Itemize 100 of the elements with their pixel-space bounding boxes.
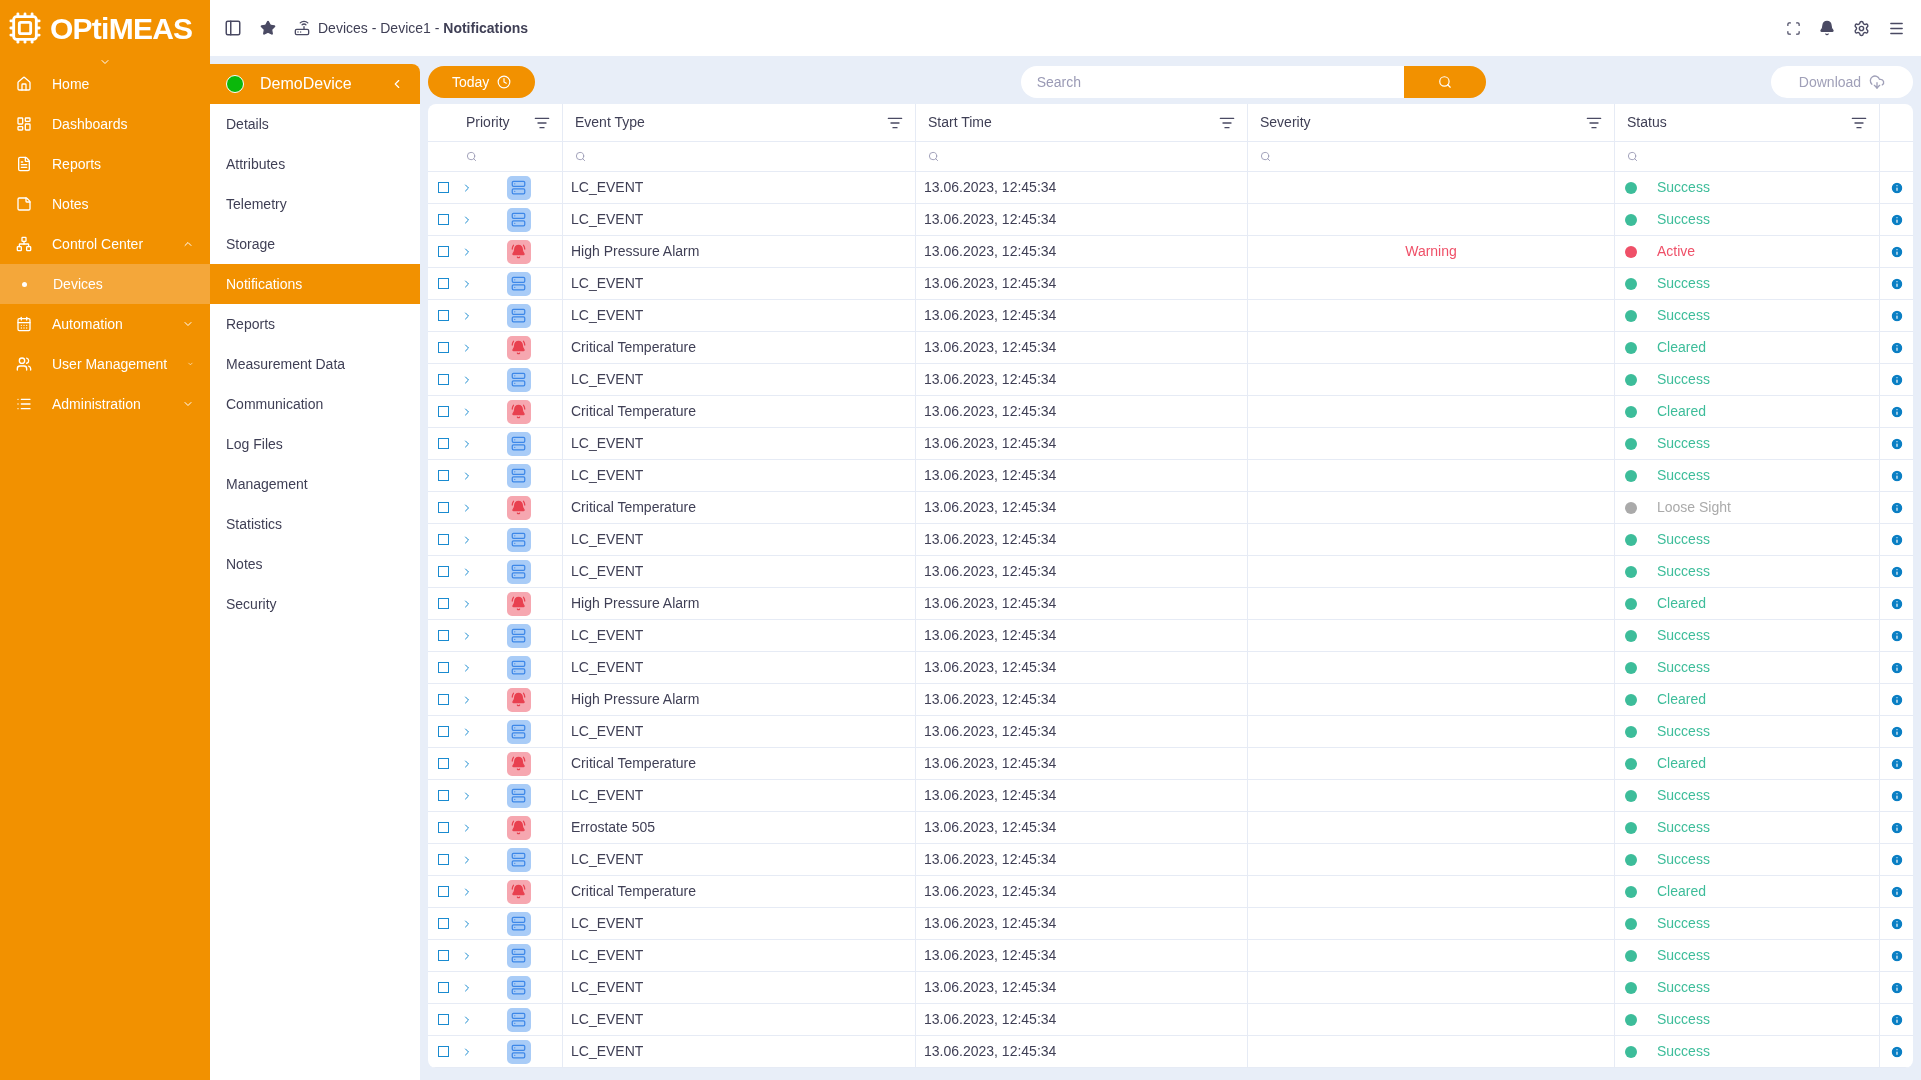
fullscreen-icon[interactable] [1786,20,1801,36]
sidebar-toggle-icon[interactable] [224,19,242,37]
info-icon[interactable] [1889,404,1904,419]
star-icon[interactable] [260,20,276,36]
column-search-icon[interactable] [928,151,939,162]
event-type-cell-text: LC_EVENT [571,914,644,933]
row-checkbox[interactable] [438,854,449,865]
row-checkbox[interactable] [438,790,449,801]
start-time-cell-text: 13.06.2023, 12:45:34 [924,658,1057,677]
row-checkbox[interactable] [438,758,449,769]
row-checkbox[interactable] [438,438,449,449]
column-search-icon[interactable] [575,151,586,162]
search-field[interactable]: Search [1020,66,1404,98]
row-checkbox[interactable] [438,694,449,705]
info-icon[interactable] [1889,596,1904,611]
row-checkbox[interactable] [438,182,449,193]
status-cell-text: Active [1657,242,1696,261]
info-icon[interactable] [1889,1044,1904,1059]
device-menu-item[interactable]: Reports [210,304,420,344]
info-icon[interactable] [1889,372,1904,387]
row-checkbox[interactable] [438,1014,449,1025]
row-checkbox[interactable] [438,278,449,289]
row-checkbox[interactable] [438,214,449,225]
settings-icon[interactable] [1853,19,1870,37]
row-checkbox[interactable] [438,918,449,929]
info-icon[interactable] [1889,724,1904,739]
info-icon[interactable] [1889,948,1904,963]
info-icon[interactable] [1889,1012,1904,1027]
bell-icon[interactable] [1819,20,1835,36]
info-icon[interactable] [1889,820,1904,835]
info-icon[interactable] [1889,788,1904,803]
row-checkbox[interactable] [438,246,449,257]
device-menu-item[interactable]: Details [210,104,420,144]
device-menu-item[interactable]: Security [210,584,420,624]
status-cell-text: Success [1657,658,1710,677]
info-icon[interactable] [1889,180,1904,195]
device-menu-item[interactable]: Telemetry [210,184,420,224]
row-checkbox[interactable] [438,630,449,641]
device-menu-item[interactable]: Management [210,464,420,504]
info-icon[interactable] [1889,756,1904,771]
search-button[interactable] [1403,66,1486,98]
nav-icon [16,196,32,212]
device-menu-item[interactable]: Log Files [210,424,420,464]
start-time-cell-text: 13.06.2023, 12:45:34 [924,210,1057,229]
info-icon[interactable] [1889,884,1904,899]
row-checkbox[interactable] [438,502,449,513]
row-checkbox[interactable] [438,470,449,481]
info-icon[interactable] [1889,564,1904,579]
start-time-cell-text: 13.06.2023, 12:45:34 [924,978,1057,997]
column-header: Start Time [928,113,992,132]
row-checkbox[interactable] [438,822,449,833]
row-checkbox[interactable] [438,374,449,385]
info-icon[interactable] [1889,628,1904,643]
info-icon[interactable] [1889,852,1904,867]
row-checkbox[interactable] [438,1046,449,1057]
chip-icon [8,11,42,45]
nav-icon [16,236,32,252]
row-checkbox[interactable] [438,982,449,993]
row-checkbox[interactable] [438,342,449,353]
device-menu-item[interactable]: Notes [210,544,420,584]
row-checkbox[interactable] [438,406,449,417]
row-checkbox[interactable] [438,534,449,545]
row-checkbox[interactable] [438,886,449,897]
info-icon[interactable] [1889,532,1904,547]
info-icon[interactable] [1889,436,1904,451]
row-checkbox[interactable] [438,598,449,609]
row-checkbox[interactable] [438,662,449,673]
row-checkbox[interactable] [438,566,449,577]
info-icon[interactable] [1889,340,1904,355]
status-cell-text: Success [1657,306,1710,325]
info-icon[interactable] [1889,468,1904,483]
info-icon[interactable] [1889,692,1904,707]
device-menu-item[interactable]: Communication [210,384,420,424]
logo-text: OPtiMEAS [50,10,193,47]
row-checkbox[interactable] [438,310,449,321]
info-icon[interactable] [1889,276,1904,291]
column-search-icon[interactable] [1627,151,1638,162]
start-time-cell-text: 13.06.2023, 12:45:34 [924,338,1057,357]
status-cell-text: Success [1657,434,1710,453]
device-name: DemoDevice [260,74,353,94]
column-header: Status [1627,113,1667,132]
info-icon[interactable] [1889,244,1904,259]
device-menu-item[interactable]: Attributes [210,144,420,184]
device-menu-item[interactable]: Statistics [210,504,420,544]
column-search-icon[interactable] [466,151,477,162]
info-icon[interactable] [1889,212,1904,227]
row-checkbox[interactable] [438,726,449,737]
column-search-icon[interactable] [1260,151,1271,162]
info-icon[interactable] [1889,308,1904,323]
start-time-cell-text: 13.06.2023, 12:45:34 [924,786,1057,805]
info-icon[interactable] [1889,660,1904,675]
info-icon[interactable] [1889,500,1904,515]
start-time-cell-text: 13.06.2023, 12:45:34 [924,402,1057,421]
event-type-cell-text: LC_EVENT [571,850,644,869]
info-icon[interactable] [1889,980,1904,995]
event-type-cell-text: LC_EVENT [571,786,644,805]
row-checkbox[interactable] [438,950,449,961]
device-menu-item[interactable]: Storage [210,224,420,264]
info-icon[interactable] [1889,916,1904,931]
device-menu-item[interactable]: Measurement Data [210,344,420,384]
